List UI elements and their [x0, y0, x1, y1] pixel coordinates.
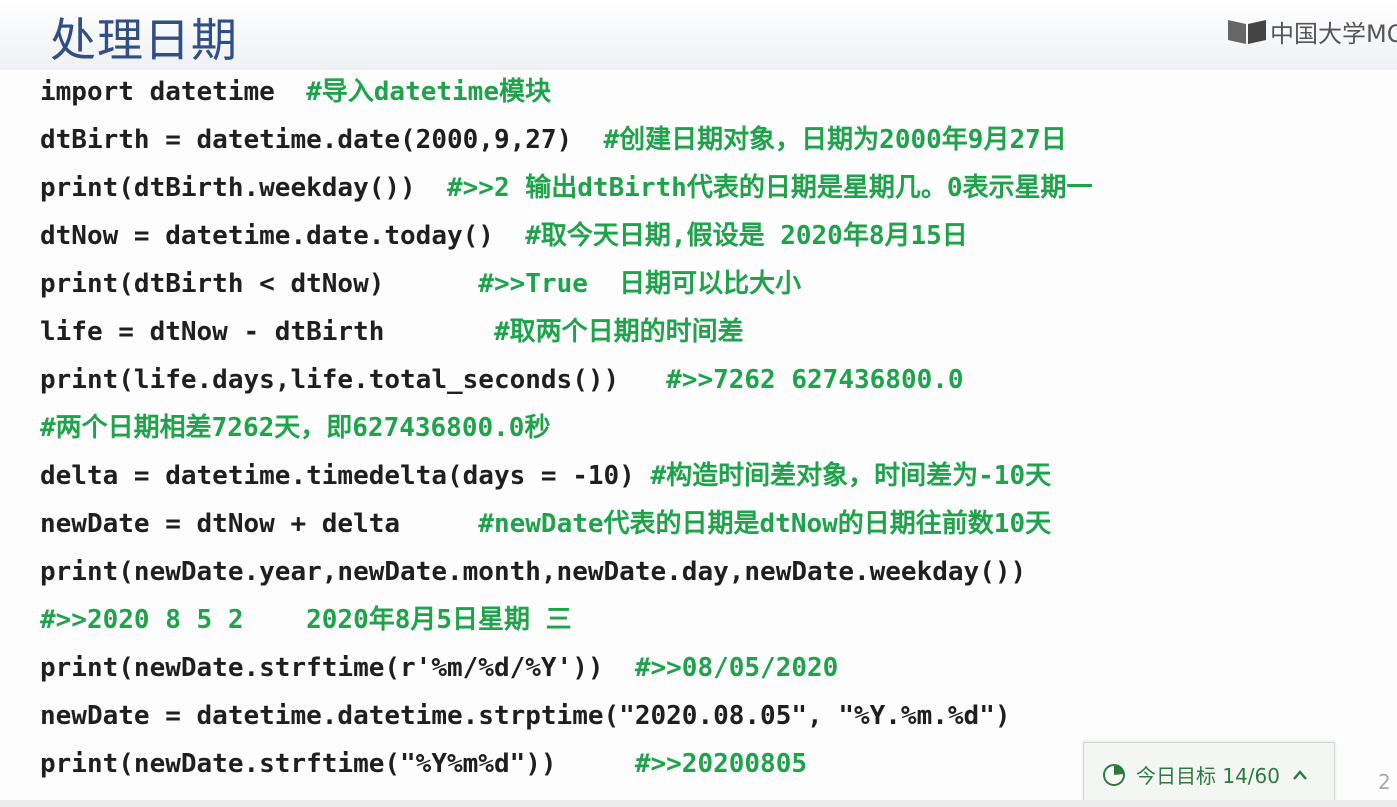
code-comment: #两个日期相差7262天，即627436800.0秒	[40, 413, 551, 443]
code-line: #>>2020 8 5 2 2020年8月5日星期 三	[40, 596, 572, 644]
code-text: print(dtBirth < dtNow)	[40, 269, 479, 299]
code-comment: #创建日期对象，日期为2000年9月27日	[603, 125, 1067, 155]
code-comment: #>>True 日期可以比大小	[478, 269, 802, 299]
slide-header: 处理日期 中国大学MO	[0, 0, 1397, 70]
code-text: newDate = datetime.datetime.strptime("20…	[40, 701, 1011, 731]
brand-logo-area: 中国大学MO	[1226, 14, 1397, 48]
brand-name: 中国大学MO	[1270, 19, 1397, 48]
code-comment: #>>08/05/2020	[634, 653, 839, 683]
code-line: delta = datetime.timedelta(days = -10) #…	[40, 452, 1051, 500]
code-text: newDate = dtNow + delta	[40, 509, 479, 539]
slide-title: 处理日期	[50, 13, 238, 67]
code-comment: #取两个日期的时间差	[493, 317, 744, 347]
code-line: dtBirth = datetime.date(2000,9,27) #创建日期…	[40, 116, 1067, 164]
code-line: print(dtBirth.weekday()) #>>2 输出dtBirth代…	[40, 164, 1093, 212]
code-text: delta = datetime.timedelta(days = -10)	[40, 461, 651, 491]
code-text: print(newDate.strftime("%Y%m%d"))	[40, 749, 635, 779]
code-line: print(dtBirth < dtNow) #>>True 日期可以比大小	[40, 260, 801, 308]
page-number: 2	[1378, 770, 1391, 794]
code-comment: #>>7262 627436800.0	[666, 365, 964, 395]
code-line: print(life.days,life.total_seconds()) #>…	[40, 356, 964, 404]
code-comment: #导入datetime模块	[306, 77, 551, 107]
code-line: newDate = dtNow + delta #newDate代表的日期是dt…	[40, 500, 1051, 548]
code-comment: #newDate代表的日期是dtNow的日期往前数10天	[478, 509, 1052, 539]
code-comment: #>>20200805	[634, 749, 808, 779]
code-line: dtNow = datetime.date.today() #取今天日期,假设是…	[40, 212, 968, 260]
code-line: import datetime #导入datetime模块	[40, 68, 551, 116]
code-line: life = dtNow - dtBirth #取两个日期的时间差	[40, 308, 744, 356]
daily-goal-label: 今日目标 14/60	[1136, 764, 1280, 788]
code-text: dtNow = datetime.date.today()	[40, 221, 526, 251]
bottom-divider	[0, 800, 1397, 807]
pie-progress-icon	[1103, 763, 1125, 786]
code-text: print(dtBirth.weekday())	[40, 173, 447, 203]
code-text: print(life.days,life.total_seconds())	[40, 365, 667, 395]
daily-goal-button[interactable]: 今日目标 14/60	[1083, 742, 1335, 807]
book-logo-icon	[1228, 20, 1266, 44]
code-comment: #构造时间差对象，时间差为-10天	[650, 461, 1052, 491]
code-line: #两个日期相差7262天，即627436800.0秒	[40, 404, 550, 452]
code-text: life = dtNow - dtBirth	[40, 317, 494, 347]
code-line: print(newDate.year,newDate.month,newDate…	[40, 548, 1026, 596]
code-text: dtBirth = datetime.date(2000,9,27)	[40, 125, 604, 155]
code-text: import datetime	[40, 77, 307, 107]
code-comment: #取今天日期,假设是 2020年8月15日	[525, 221, 968, 251]
code-comment: #>>2020 8 5 2 2020年8月5日星期 三	[40, 605, 572, 635]
code-line: print(newDate.strftime("%Y%m%d")) #>>202…	[40, 740, 807, 788]
code-text: print(newDate.year,newDate.month,newDate…	[40, 557, 1027, 587]
code-text: print(newDate.strftime(r'%m/%d/%Y'))	[40, 653, 635, 683]
chevron-up-icon[interactable]	[1292, 769, 1308, 781]
code-line: print(newDate.strftime(r'%m/%d/%Y')) #>>…	[40, 644, 838, 692]
code-line: newDate = datetime.datetime.strptime("20…	[40, 692, 1011, 740]
code-comment: #>>2 输出dtBirth代表的日期是星期几。0表示星期一	[447, 173, 1093, 203]
